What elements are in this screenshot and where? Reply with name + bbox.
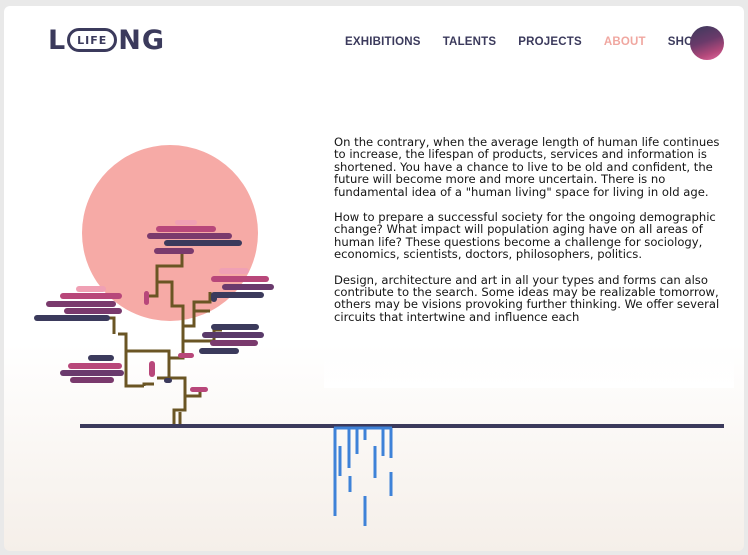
page: L LIFE NG EXHIBITIONS TALENTS PROJECTS A…	[4, 6, 744, 551]
paragraph-3: Design, architecture and art in all your…	[334, 272, 720, 324]
paragraph-2: How to prepare a successful society for …	[334, 210, 716, 262]
water-roots	[333, 426, 393, 526]
text-fade-overlay	[324, 344, 734, 388]
paragraph-1: On the contrary, when the average length…	[334, 136, 720, 199]
